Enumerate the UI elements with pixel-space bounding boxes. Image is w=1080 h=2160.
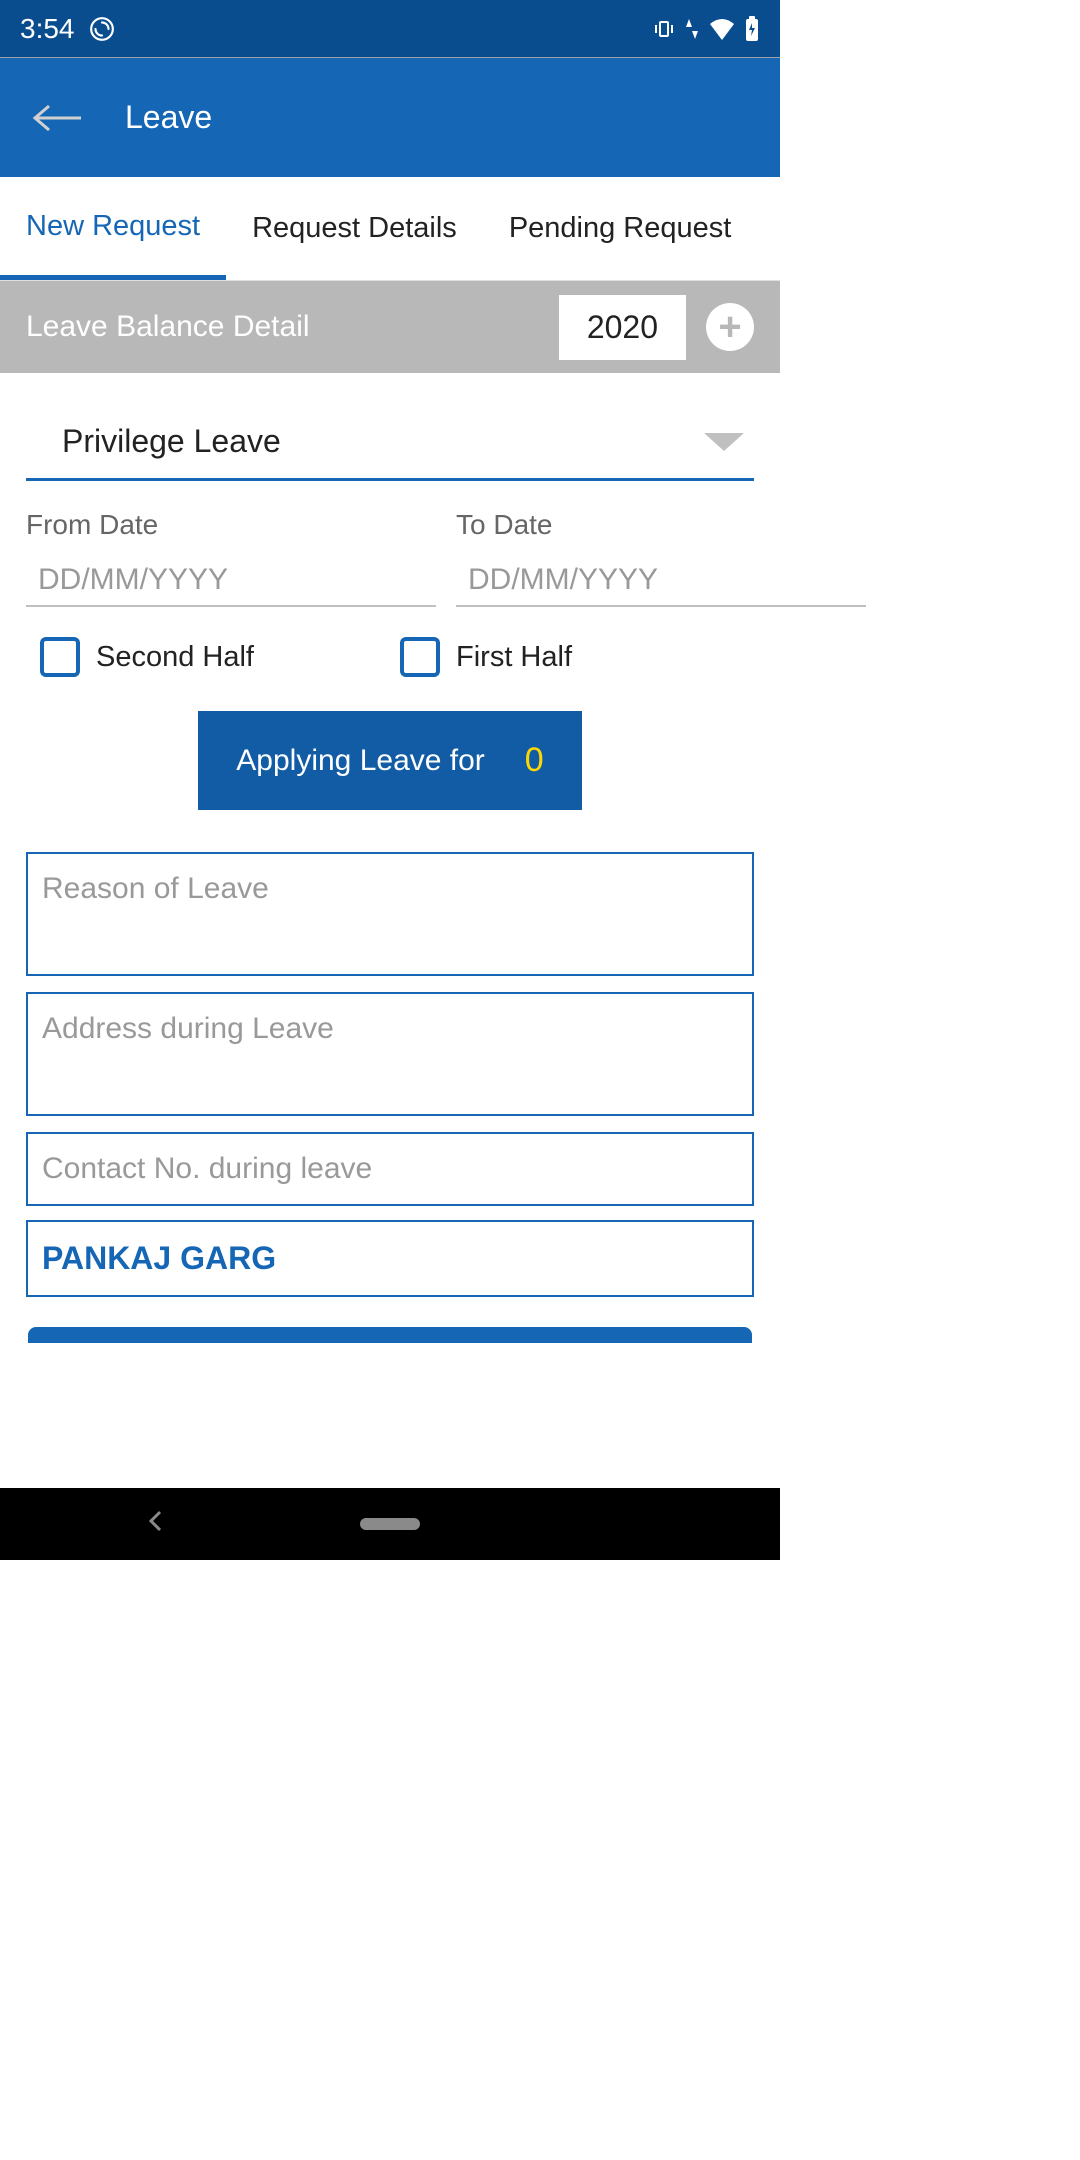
address-textarea[interactable] (26, 992, 754, 1116)
first-half-label: First Half (456, 641, 572, 674)
tabs: New Request Request Details Pending Requ… (0, 177, 780, 281)
app-header: Leave (0, 57, 780, 177)
vibrate-icon (652, 17, 676, 41)
from-date-field: From Date (26, 509, 436, 607)
first-half-checkbox[interactable]: First Half (400, 637, 740, 677)
tab-pending-request[interactable]: Pending Request (483, 177, 758, 280)
reason-textarea[interactable] (26, 852, 754, 976)
battery-icon (744, 16, 760, 42)
nav-bar (0, 1488, 780, 1560)
year-select[interactable]: 2020 (559, 295, 686, 360)
tab-request-details[interactable]: Request Details (226, 177, 483, 280)
tab-new-request[interactable]: New Request (0, 177, 226, 280)
to-date-field: To Date (456, 509, 866, 607)
status-right (652, 16, 760, 42)
leave-type-select[interactable]: Privilege Leave (26, 403, 754, 481)
leave-type-value: Privilege Leave (62, 423, 281, 460)
leave-form: Privilege Leave From Date To Date Second… (0, 373, 780, 1373)
tab-label: New Request (26, 210, 200, 243)
checkbox-icon (400, 637, 440, 677)
plus-icon: + (718, 307, 741, 347)
to-date-label: To Date (456, 509, 866, 541)
expand-balance-button[interactable]: + (706, 303, 754, 351)
submit-button[interactable] (28, 1327, 752, 1343)
leave-balance-section: Leave Balance Detail 2020 + (0, 281, 780, 373)
page-title: Leave (125, 99, 212, 136)
back-arrow-icon (31, 103, 85, 133)
half-day-row: Second Half First Half (26, 637, 754, 677)
data-icon (684, 17, 700, 41)
chevron-left-icon (148, 1510, 162, 1532)
tab-label: Pending Request (509, 212, 732, 245)
wifi-icon (708, 18, 736, 40)
tab-label: Request Details (252, 212, 457, 245)
year-value: 2020 (587, 309, 658, 345)
from-date-input[interactable] (26, 555, 436, 607)
status-time: 3:54 (20, 13, 75, 45)
chevron-down-icon (704, 433, 744, 451)
status-left: 3:54 (20, 13, 115, 45)
second-half-label: Second Half (96, 641, 254, 674)
contact-input[interactable] (26, 1132, 754, 1206)
second-half-checkbox[interactable]: Second Half (40, 637, 380, 677)
balance-label: Leave Balance Detail (26, 310, 539, 344)
applying-leave-box: Applying Leave for 0 (198, 711, 581, 810)
to-date-input[interactable] (456, 555, 866, 607)
approver-name: PANKAJ GARG (42, 1240, 276, 1276)
date-row: From Date To Date (26, 509, 754, 607)
status-bar: 3:54 (0, 0, 780, 57)
nav-home-button[interactable] (360, 1518, 420, 1530)
applying-label: Applying Leave for (236, 744, 485, 778)
approver-name-field[interactable]: PANKAJ GARG (26, 1220, 754, 1297)
checkbox-icon (40, 637, 80, 677)
nav-back-button[interactable] (148, 1510, 162, 1538)
back-button[interactable] (30, 98, 85, 138)
from-date-label: From Date (26, 509, 436, 541)
applying-count: 0 (525, 741, 544, 780)
sync-icon (89, 16, 115, 42)
